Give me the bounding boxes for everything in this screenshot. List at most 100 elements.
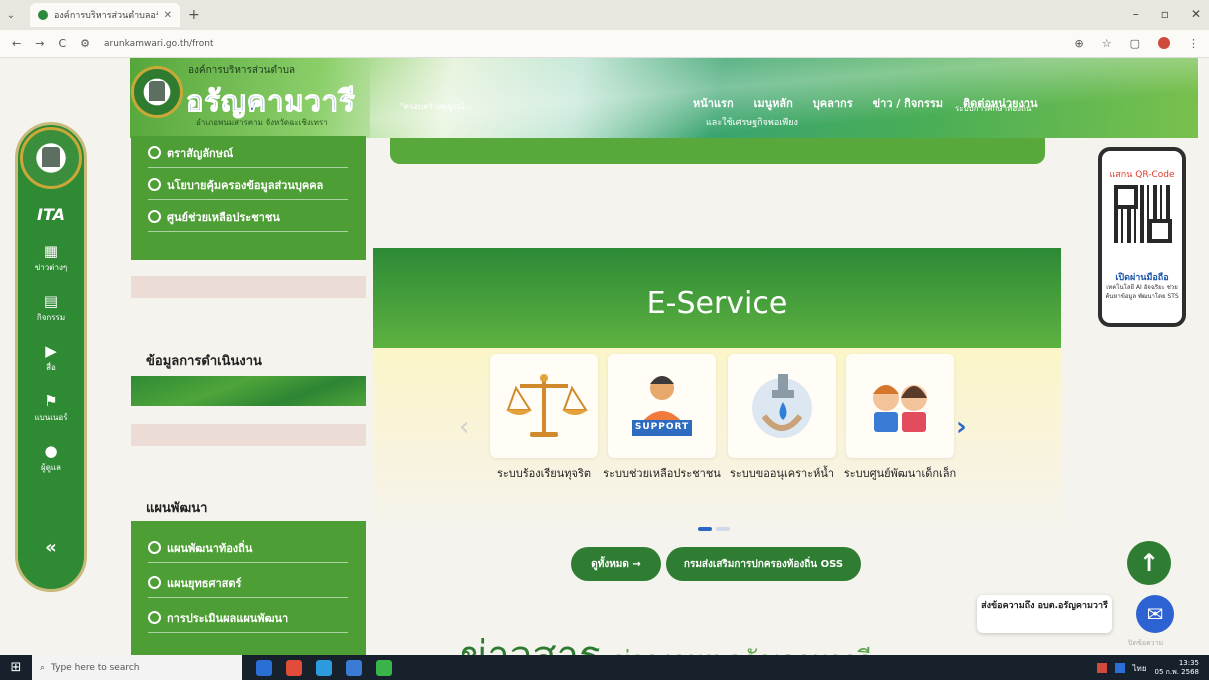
eservice-card-water[interactable] bbox=[728, 354, 836, 458]
browser-tab[interactable]: องค์การบริหารส่วนตำบลอรัญ... ✕ bbox=[30, 3, 180, 27]
bookmark-star-icon[interactable]: ☆ bbox=[1102, 37, 1112, 50]
browser-menu-icon[interactable]: ⋮ bbox=[1188, 37, 1199, 50]
sidebar-emblem-logo[interactable] bbox=[20, 127, 82, 189]
eservice-label-corruption: ระบบร้องเรียนทุจริต bbox=[496, 467, 592, 480]
org-emblem-logo[interactable] bbox=[131, 66, 183, 118]
site-info-icon[interactable]: ⚙ bbox=[80, 37, 90, 50]
carousel-next-icon[interactable]: › bbox=[956, 412, 967, 442]
play-icon: ▶ bbox=[45, 342, 57, 360]
edge-icon[interactable] bbox=[316, 659, 332, 676]
carousel-dot-active[interactable] bbox=[698, 527, 712, 531]
circle-bullet-icon bbox=[148, 146, 161, 159]
user-icon: ● bbox=[44, 442, 58, 460]
sidebar-item-label: ผู้ดูแล bbox=[41, 463, 61, 472]
close-window-button[interactable]: ✕ bbox=[1191, 7, 1201, 21]
sidebar-collapse-button[interactable]: « bbox=[18, 537, 84, 558]
antivirus-tray-icon[interactable] bbox=[1096, 663, 1107, 673]
profile-avatar[interactable] bbox=[1158, 37, 1170, 49]
menu-item-local-plan[interactable]: แผนพัฒนาท้องถิ่น bbox=[148, 533, 348, 563]
carousel-pagination bbox=[698, 527, 730, 531]
taskbar-clock[interactable]: 13:35 05 ก.พ. 2568 bbox=[1155, 659, 1199, 677]
menu-item-label: แผนพัฒนาท้องถิ่น bbox=[167, 541, 253, 555]
eservice-background bbox=[373, 348, 1061, 538]
new-tab-button[interactable]: + bbox=[188, 7, 200, 23]
extensions-icon[interactable]: ▢ bbox=[1130, 37, 1140, 50]
window-controls: – ▫ ✕ bbox=[1133, 7, 1201, 21]
line-app-icon[interactable] bbox=[376, 659, 392, 676]
menu-item-help-center[interactable]: ศูนย์ช่วยเหลือประชาชน bbox=[148, 202, 348, 232]
browser-tab-bar: ⌄ องค์การบริหารส่วนตำบลอรัญ... ✕ + – ▫ ✕ bbox=[0, 0, 1209, 30]
nav-news-activities[interactable]: ข่าว / กิจกรรม bbox=[873, 94, 943, 112]
sidebar-ita-link[interactable]: ITA bbox=[18, 205, 84, 224]
sidebar-item-media[interactable]: ▶ สื่อ bbox=[18, 343, 84, 374]
windows-taskbar: ⊞ ⌕ Type here to search ไทย 13:35 05 ก.พ… bbox=[0, 655, 1209, 680]
menu-item-strategy[interactable]: แผนยุทธศาสตร์ bbox=[148, 568, 348, 598]
qr-code-icon bbox=[1114, 185, 1172, 243]
support-icon bbox=[632, 376, 692, 436]
header-overlap-label: ระบบการศึกษาท้องถิ่น bbox=[955, 104, 1032, 113]
view-all-button[interactable]: ดูทั้งหมด → bbox=[571, 547, 661, 581]
zoom-icon[interactable]: ⊕ bbox=[1075, 37, 1084, 50]
chat-prompt-bubble[interactable]: ส่งข้อความถึง อบต.อรัญคามวารี bbox=[977, 595, 1112, 633]
nav-main-menu[interactable]: เมนูหลัก bbox=[754, 94, 793, 112]
minimize-button[interactable]: – bbox=[1133, 7, 1139, 21]
qr-card-line1: เปิดผ่านมือถือ bbox=[1115, 273, 1169, 283]
news-title-big: ข่าวสาร bbox=[460, 633, 601, 655]
windows-start-icon[interactable]: ⊞ bbox=[0, 660, 32, 675]
oss-button[interactable]: กรมส่งเสริมการปกครองท้องถิ่น OSS bbox=[666, 547, 861, 581]
favicon-icon bbox=[38, 10, 48, 20]
flag-icon: ⚑ bbox=[44, 392, 58, 410]
sidebar-item-news[interactable]: ▦ ข่าวต่างๆ bbox=[18, 243, 84, 274]
circle-bullet-icon bbox=[148, 541, 161, 554]
back-button[interactable]: ← bbox=[12, 37, 21, 50]
menu-item-privacy-policy[interactable]: นโยบายคุ้มครองข้อมูลส่วนบุคคล bbox=[148, 170, 348, 200]
maximize-button[interactable]: ▫ bbox=[1161, 7, 1169, 21]
taskbar-search[interactable]: ⌕ Type here to search bbox=[32, 655, 242, 680]
chat-caption[interactable]: ปิดข้อความ bbox=[1128, 638, 1163, 649]
news-section-title: ข่าวสาร ข่าวงานฯ อรัญคามวารี bbox=[460, 623, 872, 655]
water-tap-icon bbox=[752, 374, 812, 438]
file-explorer-icon[interactable] bbox=[256, 659, 272, 676]
menu-item-label: ตราสัญลักษณ์ bbox=[167, 146, 234, 160]
header-sub-slogan: และใช้เศรษฐกิจพอเพียง bbox=[706, 118, 798, 128]
sidebar-item-banner[interactable]: ⚑ แบนเนอร์ bbox=[18, 393, 84, 424]
chrome-icon[interactable] bbox=[286, 659, 302, 676]
sidebar-item-label: กิจกรรม bbox=[36, 313, 66, 322]
header-tab-strip bbox=[390, 138, 1045, 164]
floating-sidebar: ITA ▦ ข่าวต่างๆ ▤ กิจกรรม ▶ สื่อ ⚑ แบนเน… bbox=[15, 122, 87, 592]
tab-close-icon[interactable]: ✕ bbox=[164, 10, 172, 21]
messenger-chat-icon[interactable]: ✉ bbox=[1136, 595, 1174, 633]
sidebar-item-activities[interactable]: ▤ กิจกรรม bbox=[18, 293, 84, 324]
sidebar-item-admin[interactable]: ● ผู้ดูแล bbox=[18, 443, 84, 474]
qr-code-card[interactable]: แสกน QR-Code เปิดผ่านมือถือ เทคโนโลยี AI… bbox=[1098, 147, 1186, 327]
operations-green-bar[interactable] bbox=[131, 376, 366, 406]
carousel-prev-icon[interactable]: ‹ bbox=[459, 412, 469, 442]
forward-button[interactable]: → bbox=[35, 37, 44, 50]
eservice-card-corruption[interactable] bbox=[490, 354, 598, 458]
eservice-label-support: ระบบช่วยเหลือประชาชน bbox=[603, 467, 721, 480]
web-page: องค์การบริหารส่วนตำบล อรัญคามวารี อำเภอพ… bbox=[0, 58, 1209, 655]
word-icon[interactable] bbox=[346, 659, 362, 676]
scroll-to-top-button[interactable]: ↑ bbox=[1127, 541, 1171, 585]
news-icon: ▦ bbox=[43, 242, 59, 260]
sidebar-item-label: สื่อ bbox=[46, 363, 56, 372]
menu-item-label: ศูนย์ช่วยเหลือประชาชน bbox=[167, 210, 280, 224]
qr-card-heading: แสกน QR-Code bbox=[1109, 170, 1175, 180]
tray-app-icon[interactable] bbox=[1114, 663, 1125, 673]
address-bar-actions: ⊕ ☆ ▢ ⋮ bbox=[1075, 37, 1199, 50]
taskbar-search-placeholder: Type here to search bbox=[51, 662, 140, 673]
eservice-card-childcare[interactable] bbox=[846, 354, 954, 458]
eservice-card-support[interactable]: SUPPORT bbox=[608, 354, 716, 458]
nav-personnel[interactable]: บุคลากร bbox=[813, 94, 853, 112]
carousel-dot[interactable] bbox=[716, 527, 730, 531]
language-indicator[interactable]: ไทย bbox=[1133, 662, 1147, 675]
url-field[interactable]: arunkamwari.go.th/front bbox=[104, 39, 214, 49]
circle-bullet-icon bbox=[148, 178, 161, 191]
menu-item-emblem[interactable]: ตราสัญลักษณ์ bbox=[148, 138, 348, 168]
eservice-title: E-Service bbox=[646, 286, 788, 321]
menu-item-plan-evaluation[interactable]: การประเมินผลแผนพัฒนา bbox=[148, 603, 348, 633]
operations-section-title: ข้อมูลการดำเนินงาน bbox=[146, 354, 262, 369]
nav-home[interactable]: หน้าแรก bbox=[693, 94, 734, 112]
tab-search-chevron-icon[interactable]: ⌄ bbox=[0, 10, 22, 21]
reload-button[interactable]: C bbox=[58, 37, 66, 50]
